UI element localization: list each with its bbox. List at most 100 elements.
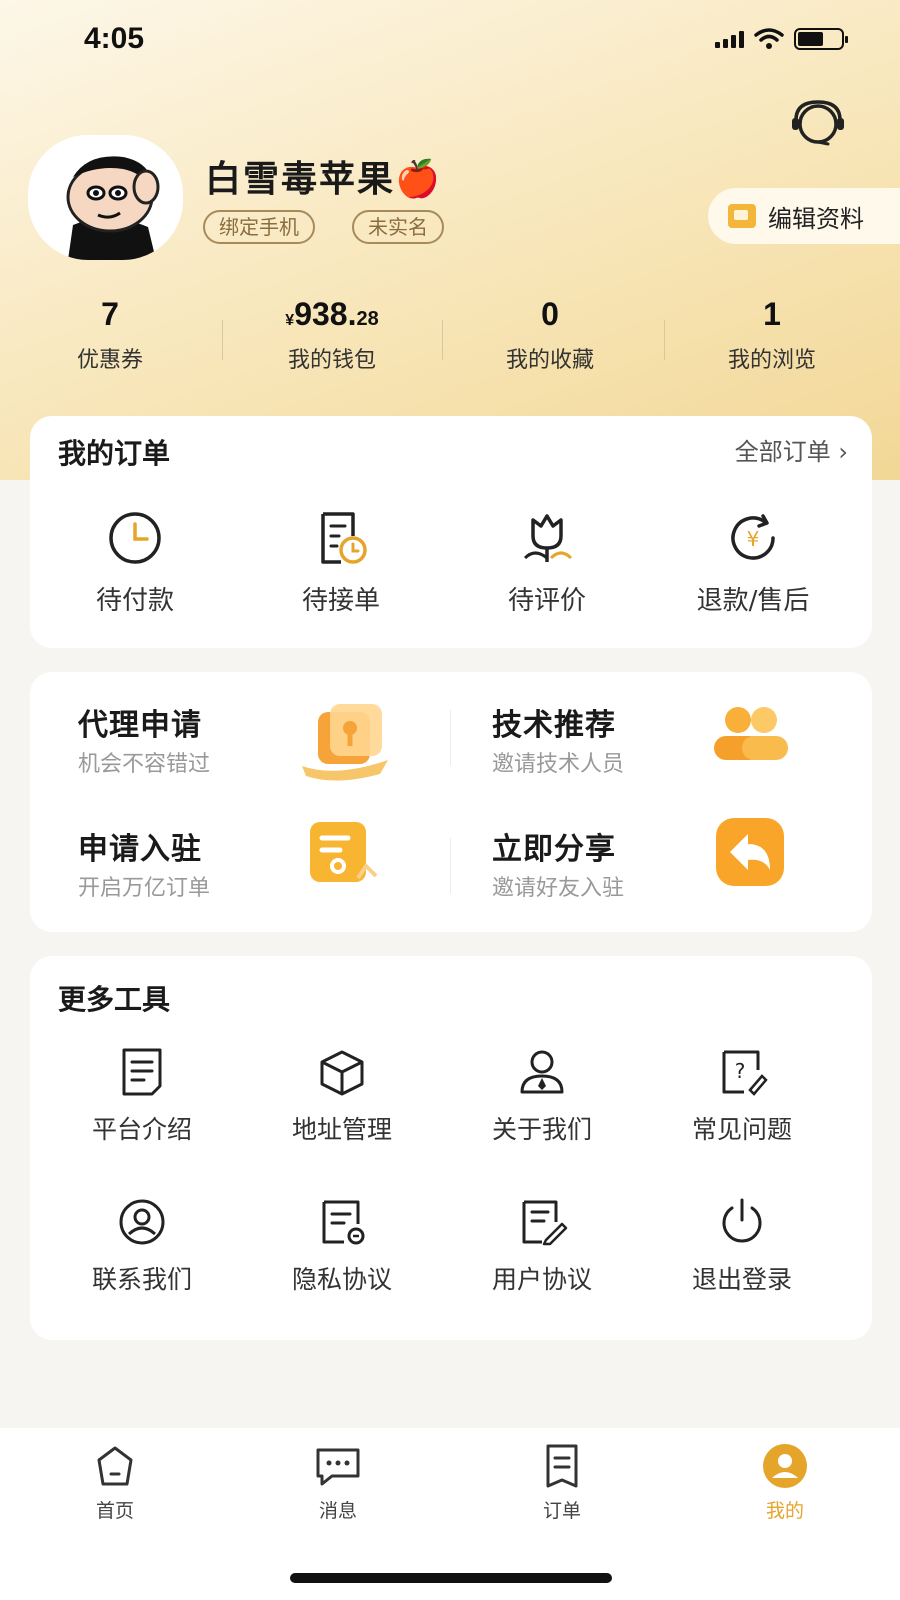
- edit-icon: [728, 204, 756, 228]
- promo-join-apply[interactable]: 申请入驻 开启万亿订单: [30, 800, 430, 930]
- status-bar: 4:05: [0, 0, 900, 80]
- tab-home[interactable]: 首页: [55, 1442, 175, 1523]
- username: 白雪毒苹果🍎: [205, 159, 442, 200]
- bind-phone-tag[interactable]: 绑定手机: [203, 210, 315, 244]
- promo-agent-apply[interactable]: 代理申请 机会不容错过: [30, 672, 430, 802]
- contact-icon: [119, 1199, 165, 1245]
- status-icons: [715, 28, 848, 50]
- agreement-icon: [522, 1200, 568, 1246]
- promo-tech-recommend[interactable]: 技术推荐 邀请技术人员: [444, 672, 844, 802]
- svg-text:¥: ¥: [747, 527, 760, 551]
- stat-favorites[interactable]: 0 我的收藏: [450, 290, 650, 374]
- svg-text:?: ?: [735, 1059, 746, 1083]
- home-indicator: [290, 1573, 612, 1583]
- stat-label: 优惠券: [76, 348, 143, 373]
- divider: [222, 320, 223, 360]
- stats-row: 7 优惠券 ¥938.28 我的钱包 0 我的收藏 1 我的浏览: [0, 290, 900, 380]
- people-icon: [714, 707, 788, 760]
- all-orders-link[interactable]: 全部订单 ›: [735, 432, 848, 467]
- refund-icon: ¥: [731, 514, 775, 560]
- status-time: 4:05: [84, 22, 145, 55]
- tool-label: 联系我们: [91, 1265, 192, 1294]
- tool-logout[interactable]: 退出登录: [640, 1196, 844, 1296]
- promo-subtitle: 邀请好友入驻: [492, 876, 625, 901]
- stat-history[interactable]: 1 我的浏览: [672, 290, 872, 374]
- edit-profile-label: 编辑资料: [768, 204, 864, 233]
- promo-card: 代理申请 机会不容错过 技术推荐 邀请技术人员 申请入驻 开启万亿订单 立即分享…: [30, 672, 872, 932]
- tool-label: 平台介绍: [91, 1115, 192, 1144]
- stat-wallet[interactable]: ¥938.28 我的钱包: [232, 290, 432, 374]
- tool-platform-intro[interactable]: 平台介绍: [40, 1046, 244, 1146]
- document-icon: [310, 822, 378, 882]
- tool-label: 用户协议: [491, 1265, 592, 1294]
- tools-title: 更多工具: [58, 983, 171, 1016]
- promo-title: 代理申请: [78, 708, 202, 743]
- stat-value: 0: [541, 296, 559, 332]
- stat-label: 我的浏览: [727, 348, 816, 373]
- promo-subtitle: 邀请技术人员: [492, 752, 625, 777]
- tab-orders[interactable]: 订单: [502, 1442, 622, 1523]
- edit-profile-button[interactable]: 编辑资料: [708, 188, 900, 244]
- tool-label: 退出登录: [691, 1265, 792, 1294]
- clock-icon: [109, 512, 161, 564]
- power-icon: [722, 1198, 762, 1243]
- more-tools-card: 更多工具 平台介绍 地址管理 关于我们 ? 常见问题 联系我们 隐私协议 用户协…: [30, 956, 872, 1340]
- promo-title: 技术推荐: [492, 708, 616, 743]
- agent-icon: [302, 704, 388, 781]
- promo-share[interactable]: 立即分享 邀请好友入驻: [444, 800, 844, 930]
- order-refund[interactable]: ¥ 退款/售后: [648, 508, 858, 617]
- tool-contact[interactable]: 联系我们: [40, 1196, 244, 1296]
- battery-icon: [794, 28, 848, 50]
- order-pending-payment[interactable]: 待付款: [30, 508, 240, 617]
- tool-label: 地址管理: [291, 1115, 392, 1144]
- home-icon: [97, 1446, 133, 1486]
- tab-label: 订单: [542, 1500, 581, 1522]
- customer-service-icon[interactable]: [788, 98, 848, 150]
- tab-label: 我的: [765, 1500, 804, 1522]
- unverified-tag[interactable]: 未实名: [352, 210, 444, 244]
- message-icon: [316, 1448, 360, 1486]
- stat-value: 7: [101, 296, 119, 332]
- profile-icon: [763, 1444, 807, 1488]
- stat-label: 我的钱包: [287, 348, 376, 373]
- orders-title: 我的订单: [58, 437, 171, 470]
- question-icon: ?: [722, 1050, 768, 1096]
- signal-icon: [715, 30, 744, 48]
- tool-label: 隐私协议: [291, 1265, 392, 1294]
- order-pending-review[interactable]: 待评价: [442, 508, 652, 617]
- stat-value: 1: [763, 296, 781, 332]
- tab-label: 消息: [318, 1500, 357, 1522]
- order-pending-accept[interactable]: 待接单: [236, 508, 446, 617]
- tool-address[interactable]: 地址管理: [240, 1046, 444, 1146]
- person-icon: [520, 1050, 564, 1094]
- order-label: 待评价: [507, 586, 586, 616]
- receipt-clock-icon: [321, 512, 367, 564]
- avatar[interactable]: [28, 135, 183, 260]
- document-icon: [122, 1048, 162, 1096]
- promo-subtitle: 开启万亿订单: [78, 876, 211, 901]
- stat-value: ¥938.28: [285, 296, 379, 332]
- privacy-icon: [322, 1200, 365, 1245]
- order-label: 待付款: [95, 586, 174, 616]
- tool-faq[interactable]: ? 常见问题: [640, 1046, 844, 1146]
- tool-about[interactable]: 关于我们: [440, 1046, 644, 1146]
- box-icon: [320, 1050, 364, 1096]
- promo-subtitle: 机会不容错过: [78, 752, 211, 777]
- promo-title: 申请入驻: [78, 832, 202, 867]
- stat-label: 我的收藏: [505, 348, 594, 373]
- share-icon: [716, 818, 784, 886]
- tool-privacy[interactable]: 隐私协议: [240, 1196, 444, 1296]
- tab-messages[interactable]: 消息: [278, 1442, 398, 1523]
- stat-coupons[interactable]: 7 优惠券: [10, 290, 210, 374]
- order-label: 退款/售后: [696, 586, 810, 616]
- avatar-image: [28, 135, 183, 260]
- tool-user-agreement[interactable]: 用户协议: [440, 1196, 644, 1296]
- my-orders-card: 我的订单 全部订单 › 待付款 待接单 待评价 ¥ 退款/售后: [30, 416, 872, 648]
- tab-mine[interactable]: 我的: [725, 1442, 845, 1523]
- order-icon: [546, 1444, 578, 1488]
- order-label: 待接单: [301, 586, 380, 616]
- tab-label: 首页: [95, 1500, 134, 1522]
- flower-icon: [523, 514, 573, 562]
- tool-label: 关于我们: [491, 1115, 592, 1144]
- divider: [442, 320, 443, 360]
